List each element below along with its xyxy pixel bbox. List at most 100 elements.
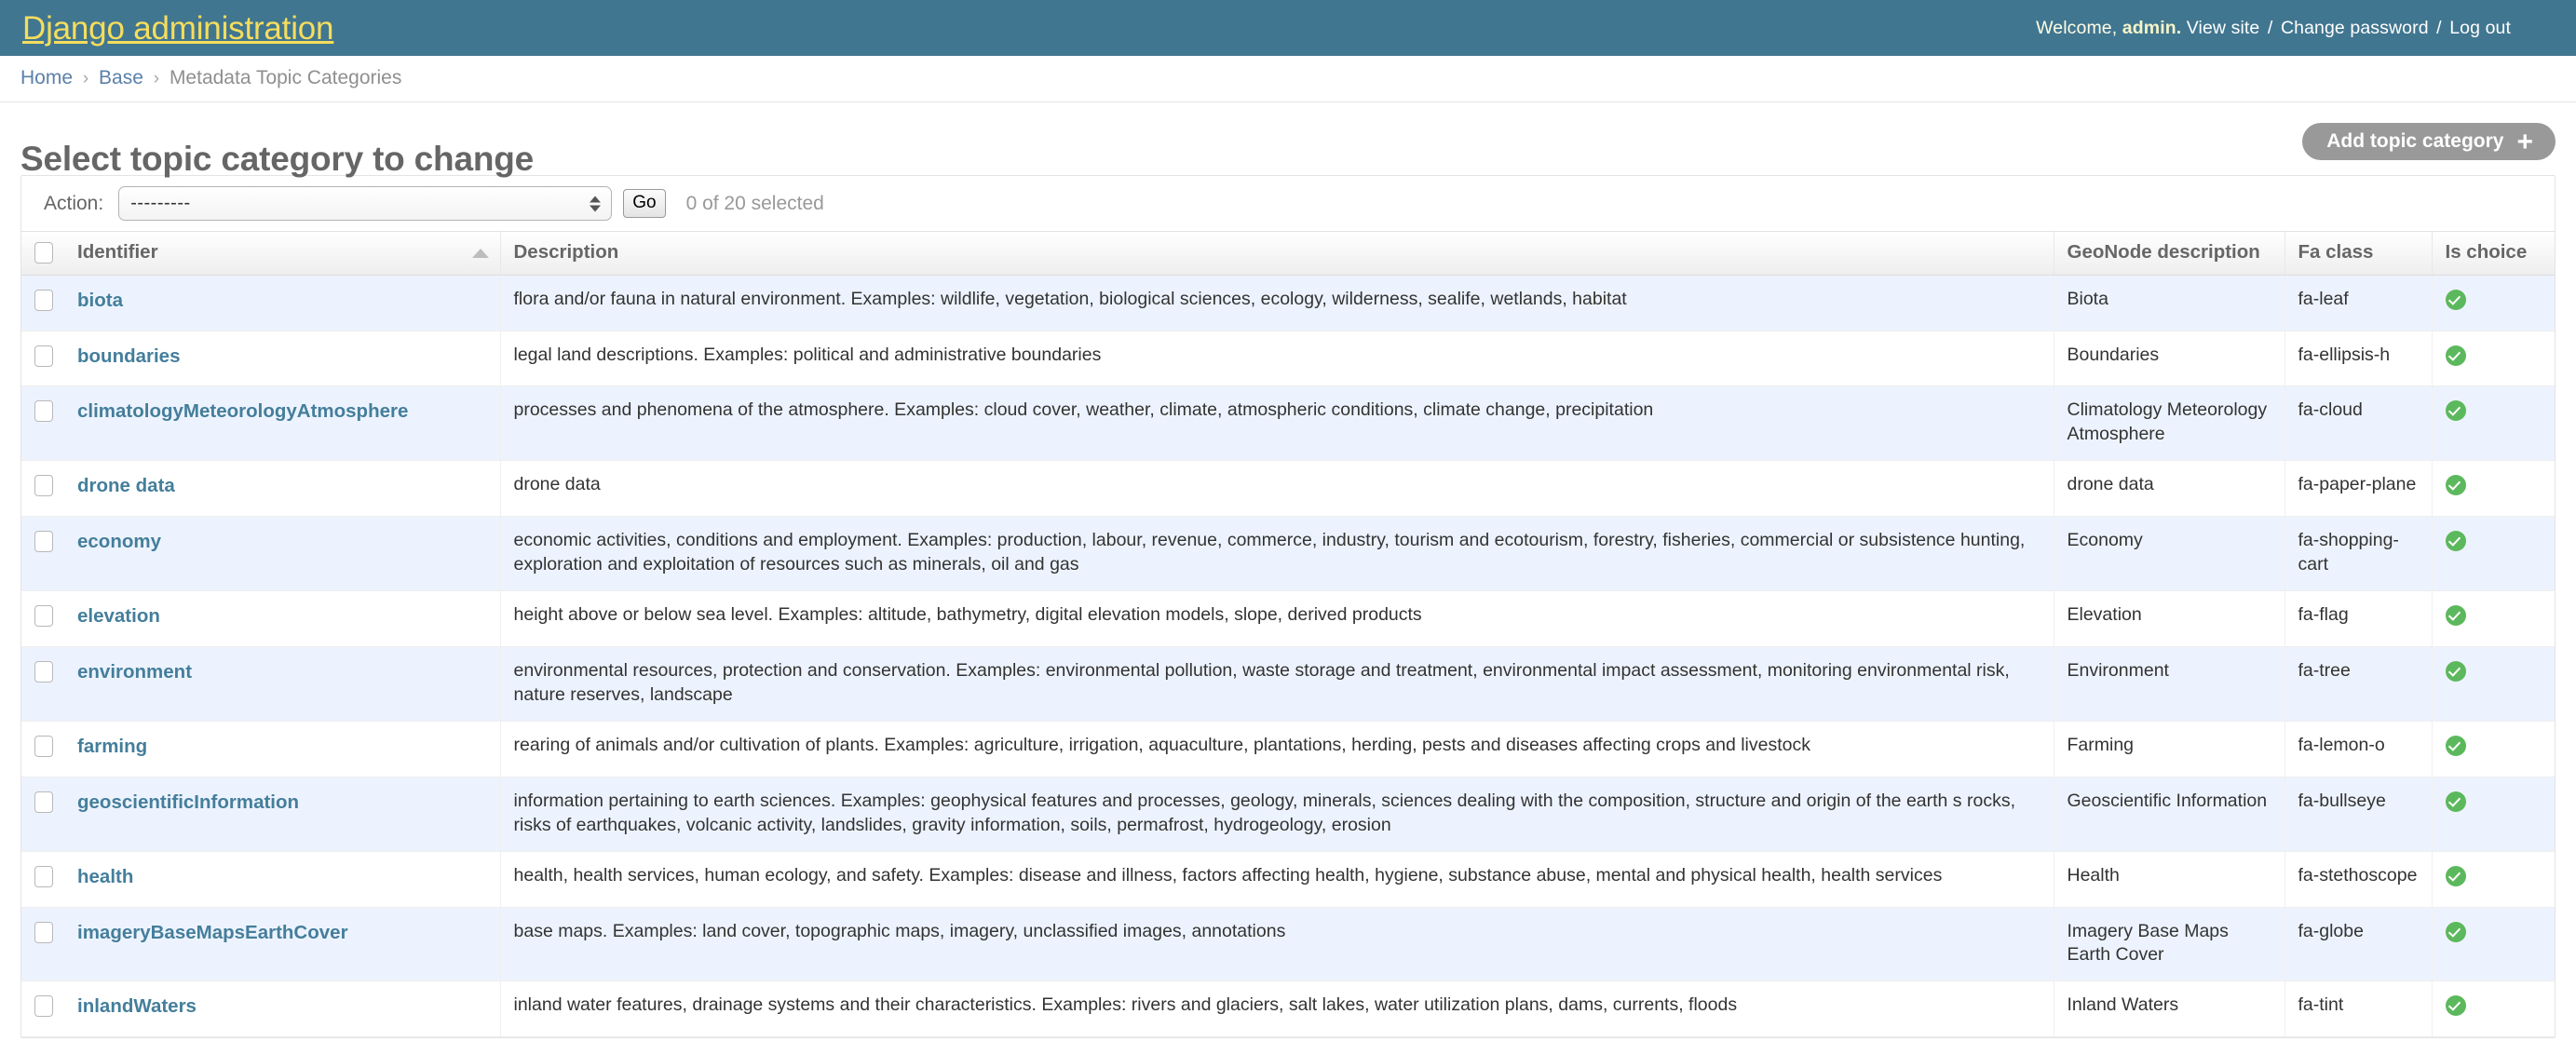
column-header-is-choice-label: Is choice bbox=[2445, 241, 2528, 264]
table-row: biota flora and/or fauna in natural envir… bbox=[21, 275, 2555, 331]
check-circle-icon bbox=[2445, 475, 2466, 496]
row-select-cell bbox=[21, 516, 64, 592]
action-counter: 0 of 20 selected bbox=[685, 192, 824, 214]
cell-is-choice bbox=[2432, 460, 2555, 518]
view-site-link[interactable]: View site bbox=[2187, 18, 2260, 38]
identifier-link[interactable]: geoscientificInformation bbox=[77, 791, 299, 813]
row-select-checkbox[interactable] bbox=[34, 735, 53, 757]
column-header-identifier[interactable]: Identifier bbox=[64, 232, 501, 276]
table-header-row: Identifier Description GeoNode descripti… bbox=[21, 232, 2555, 276]
cell-geonode-description: Imagery Base Maps Earth Cover bbox=[2054, 907, 2285, 982]
change-password-link[interactable]: Change password bbox=[2281, 18, 2429, 38]
cell-is-choice bbox=[2432, 907, 2555, 982]
identifier-link[interactable]: environment bbox=[77, 661, 192, 683]
check-circle-icon bbox=[2445, 995, 2466, 1017]
row-select-checkbox[interactable] bbox=[34, 531, 53, 553]
column-header-fa-class[interactable]: Fa class bbox=[2285, 232, 2433, 276]
cell-identifier: elevation bbox=[64, 590, 501, 648]
row-select-checkbox[interactable] bbox=[34, 921, 53, 943]
identifier-link[interactable]: biota bbox=[77, 290, 123, 311]
table-row: drone data drone data drone data fa-paper-p… bbox=[21, 460, 2555, 518]
row-select-checkbox[interactable] bbox=[34, 605, 53, 628]
column-header-is-choice[interactable]: Is choice bbox=[2432, 232, 2555, 276]
check-circle-icon bbox=[2445, 735, 2466, 756]
cell-identifier: geoscientificInformation bbox=[64, 777, 501, 852]
cell-geonode-description: Inland Waters bbox=[2054, 980, 2285, 1038]
results-table-head: Identifier Description GeoNode descripti… bbox=[21, 232, 2555, 276]
identifier-link[interactable]: inlandWaters bbox=[77, 995, 197, 1017]
identifier-link[interactable]: elevation bbox=[77, 605, 160, 627]
breadcrumb-home-link[interactable]: Home bbox=[20, 67, 73, 88]
cell-description: processes and phenomena of the atmospher… bbox=[500, 385, 2054, 462]
page-header-row: Select topic category to change Add topi… bbox=[20, 102, 2556, 178]
action-select-wrapper: --------- bbox=[118, 186, 613, 222]
action-select[interactable]: --------- bbox=[118, 186, 613, 222]
results-table: Identifier Description GeoNode descripti… bbox=[21, 232, 2555, 1038]
breadcrumb-current: Metadata Topic Categories bbox=[169, 67, 402, 88]
check-circle-icon bbox=[2445, 865, 2466, 886]
row-select-cell bbox=[21, 851, 64, 908]
add-topic-category-button[interactable]: Add topic category + bbox=[2302, 123, 2556, 161]
site-title-link[interactable]: Django administration bbox=[22, 12, 334, 45]
identifier-link[interactable]: farming bbox=[77, 736, 147, 757]
user-tools-separator-2: / bbox=[2436, 17, 2442, 38]
cell-identifier: health bbox=[64, 851, 501, 908]
row-select-cell bbox=[21, 331, 64, 387]
identifier-link[interactable]: economy bbox=[77, 531, 161, 552]
cell-description: rearing of animals and/or cultivation of… bbox=[500, 721, 2054, 777]
cell-is-choice bbox=[2432, 851, 2555, 908]
identifier-link[interactable]: climatologyMeteorologyAtmosphere bbox=[77, 400, 408, 422]
cell-description: base maps. Examples: land cover, topogra… bbox=[500, 907, 2054, 982]
cell-identifier: biota bbox=[64, 275, 501, 331]
check-circle-icon bbox=[2445, 921, 2466, 942]
row-select-cell bbox=[21, 980, 64, 1038]
cell-fa-class: fa-lemon-o bbox=[2285, 721, 2433, 777]
cell-fa-class: fa-ellipsis-h bbox=[2285, 331, 2433, 387]
log-out-link[interactable]: Log out bbox=[2449, 18, 2511, 38]
row-select-checkbox[interactable] bbox=[34, 475, 53, 497]
row-select-checkbox[interactable] bbox=[34, 661, 53, 683]
identifier-link[interactable]: boundaries bbox=[77, 345, 181, 367]
column-header-geonode-description[interactable]: GeoNode description bbox=[2054, 232, 2285, 276]
cell-fa-class: fa-leaf bbox=[2285, 275, 2433, 331]
row-select-cell bbox=[21, 275, 64, 331]
column-header-select-all bbox=[21, 232, 64, 276]
table-row: imageryBaseMapsEarthCover base maps. Exam… bbox=[21, 907, 2555, 982]
identifier-link[interactable]: health bbox=[77, 866, 133, 887]
cell-geonode-description: Farming bbox=[2054, 721, 2285, 777]
cell-description: height above or below sea level. Example… bbox=[500, 590, 2054, 648]
action-label: Action: bbox=[44, 192, 104, 214]
column-header-identifier-label: Identifier bbox=[77, 241, 158, 264]
row-select-checkbox[interactable] bbox=[34, 289, 53, 311]
row-select-checkbox[interactable] bbox=[34, 400, 53, 423]
go-button[interactable]: Go bbox=[623, 189, 666, 219]
cell-identifier: economy bbox=[64, 516, 501, 592]
cell-geonode-description: Boundaries bbox=[2054, 331, 2285, 387]
row-select-checkbox[interactable] bbox=[34, 995, 53, 1018]
table-row: health health, health services, human eco… bbox=[21, 851, 2555, 908]
row-select-cell bbox=[21, 460, 64, 518]
row-select-checkbox[interactable] bbox=[34, 345, 53, 367]
identifier-link[interactable]: imageryBaseMapsEarthCover bbox=[77, 922, 348, 943]
cell-description: legal land descriptions. Examples: polit… bbox=[500, 331, 2054, 387]
table-row: elevation height above or below sea level… bbox=[21, 590, 2555, 648]
identifier-link[interactable]: drone data bbox=[77, 475, 175, 496]
cell-is-choice bbox=[2432, 275, 2555, 331]
table-row: climatologyMeteorologyAtmosphere processe… bbox=[21, 385, 2555, 462]
cell-description: information pertaining to earth sciences… bbox=[500, 777, 2054, 852]
column-header-fa-class-label: Fa class bbox=[2298, 241, 2374, 264]
cell-description: flora and/or fauna in natural environmen… bbox=[500, 275, 2054, 331]
cell-fa-class: fa-stethoscope bbox=[2285, 851, 2433, 908]
row-select-checkbox[interactable] bbox=[34, 865, 53, 887]
table-row: farming rearing of animals and/or cultiva… bbox=[21, 721, 2555, 777]
breadcrumb-app-link[interactable]: Base bbox=[99, 67, 143, 88]
row-select-checkbox[interactable] bbox=[34, 791, 53, 813]
select-all-checkbox[interactable] bbox=[34, 241, 53, 264]
table-row: economy economic activities, conditions a… bbox=[21, 516, 2555, 592]
cell-fa-class: fa-cloud bbox=[2285, 385, 2433, 462]
column-header-description[interactable]: Description bbox=[500, 232, 2054, 276]
table-row: boundaries legal land descriptions. Examp… bbox=[21, 331, 2555, 387]
cell-fa-class: fa-tree bbox=[2285, 646, 2433, 722]
row-select-cell bbox=[21, 385, 64, 462]
cell-is-choice bbox=[2432, 721, 2555, 777]
